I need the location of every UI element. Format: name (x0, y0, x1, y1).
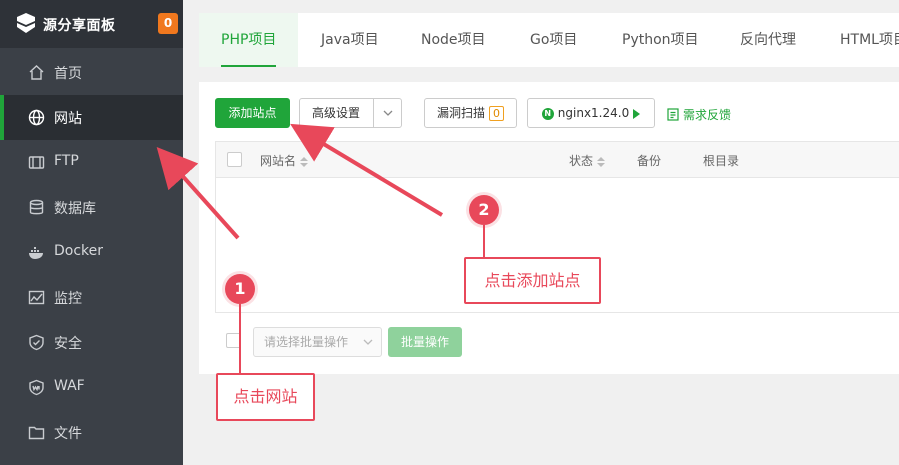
brand-header: 源分享面板 0 (0, 0, 183, 48)
advanced-settings-label: 高级设置 (312, 106, 361, 120)
tab-node[interactable]: Node项目 (421, 13, 486, 67)
monitor-icon (28, 290, 45, 305)
chevron-down-icon (363, 339, 373, 345)
site-list-panel: 添加站点 高级设置 漏洞扫描 0 Nnginx1.24.0 需求反馈 网站名 状态… (199, 82, 899, 374)
select-all-checkbox[interactable] (227, 152, 242, 167)
sidebar-item-label: WAF (54, 378, 85, 394)
vuln-scan-button[interactable]: 漏洞扫描 0 (424, 98, 517, 128)
sidebar-item-label: 数据库 (54, 201, 96, 217)
chevron-down-icon (373, 99, 401, 127)
tab-php[interactable]: PHP项目 (199, 13, 299, 67)
step-2-callout: 点击添加站点 (464, 257, 601, 304)
scan-count-badge: 0 (489, 106, 504, 121)
play-icon (633, 108, 641, 119)
batch-action-select[interactable]: 请选择批量操作 (253, 327, 382, 357)
logo-icon (17, 13, 35, 33)
tab-java[interactable]: Java项目 (321, 13, 379, 67)
step-1-marker: 1 (225, 274, 255, 304)
sidebar-item-docker[interactable]: Docker (0, 230, 183, 275)
brand-title: 源分享面板 (43, 18, 116, 34)
shield-icon (29, 334, 44, 351)
sidebar-item-website[interactable]: 网站 (0, 95, 183, 140)
feedback-label: 需求反馈 (683, 108, 732, 122)
column-header-status[interactable]: 状态 (569, 152, 606, 169)
step-1-connector (239, 304, 241, 374)
sidebar: 源分享面板 0 首页 网站 FTP 数据库 Docker 监控 安全 WAF 文… (0, 0, 183, 465)
column-header-backup: 备份 (637, 154, 662, 168)
tab-reverse-proxy[interactable]: 反向代理 (740, 13, 796, 67)
globe-icon (28, 109, 45, 126)
sidebar-item-monitor[interactable]: 监控 (0, 275, 183, 320)
nginx-icon: N (541, 107, 554, 120)
waf-shield-icon (29, 379, 44, 396)
batch-action-placeholder: 请选择批量操作 (264, 335, 349, 349)
step-1-callout: 点击网站 (216, 373, 315, 421)
column-label: 网站名 (260, 154, 297, 168)
step-2-marker: 2 (469, 195, 499, 225)
batch-action-button[interactable]: 批量操作 (388, 327, 462, 357)
project-tabs: PHP项目 Java项目 Node项目 Go项目 Python项目 反向代理 H… (199, 13, 899, 67)
sidebar-item-label: FTP (54, 153, 79, 169)
table-header: 网站名 状态 备份 根目录 (216, 142, 899, 178)
sidebar-item-ftp[interactable]: FTP (0, 140, 183, 185)
nginx-version: nginx1.24.0 (557, 106, 630, 120)
sidebar-item-home[interactable]: 首页 (0, 50, 183, 95)
tab-go[interactable]: Go项目 (530, 13, 577, 67)
sidebar-item-label: 网站 (54, 111, 82, 127)
docker-icon (29, 247, 43, 259)
tab-html[interactable]: HTML项目 (840, 13, 899, 67)
nginx-status-button[interactable]: Nnginx1.24.0 (527, 98, 655, 128)
advanced-settings-select[interactable]: 高级设置 (299, 98, 402, 128)
column-label: 状态 (569, 154, 594, 168)
sidebar-item-database[interactable]: 数据库 (0, 185, 183, 230)
sidebar-item-security[interactable]: 安全 (0, 320, 183, 365)
sidebar-item-label: 监控 (54, 291, 82, 307)
sidebar-item-label: 首页 (54, 66, 82, 82)
sidebar-item-label: Docker (54, 243, 104, 259)
notification-badge[interactable]: 0 (158, 13, 178, 34)
tab-python[interactable]: Python项目 (622, 13, 699, 67)
column-header-root-dir: 根目录 (703, 154, 740, 168)
sort-icon (597, 156, 606, 167)
step-2-connector (483, 225, 485, 258)
add-site-button[interactable]: 添加站点 (215, 98, 290, 128)
folder-icon (28, 426, 45, 440)
sidebar-item-label: 安全 (54, 336, 82, 352)
database-icon (29, 199, 44, 215)
sort-icon (300, 156, 309, 167)
feedback-link[interactable]: 需求反馈 (667, 106, 731, 123)
ftp-icon (28, 156, 45, 169)
sidebar-item-waf[interactable]: WAF (0, 365, 183, 410)
home-icon (29, 65, 44, 80)
column-header-site-name[interactable]: 网站名 (260, 152, 309, 169)
sidebar-item-files[interactable]: 文件 (0, 410, 183, 455)
sidebar-item-label: 文件 (54, 426, 82, 442)
vuln-scan-label: 漏洞扫描 (436, 106, 485, 120)
edit-icon (667, 108, 679, 121)
